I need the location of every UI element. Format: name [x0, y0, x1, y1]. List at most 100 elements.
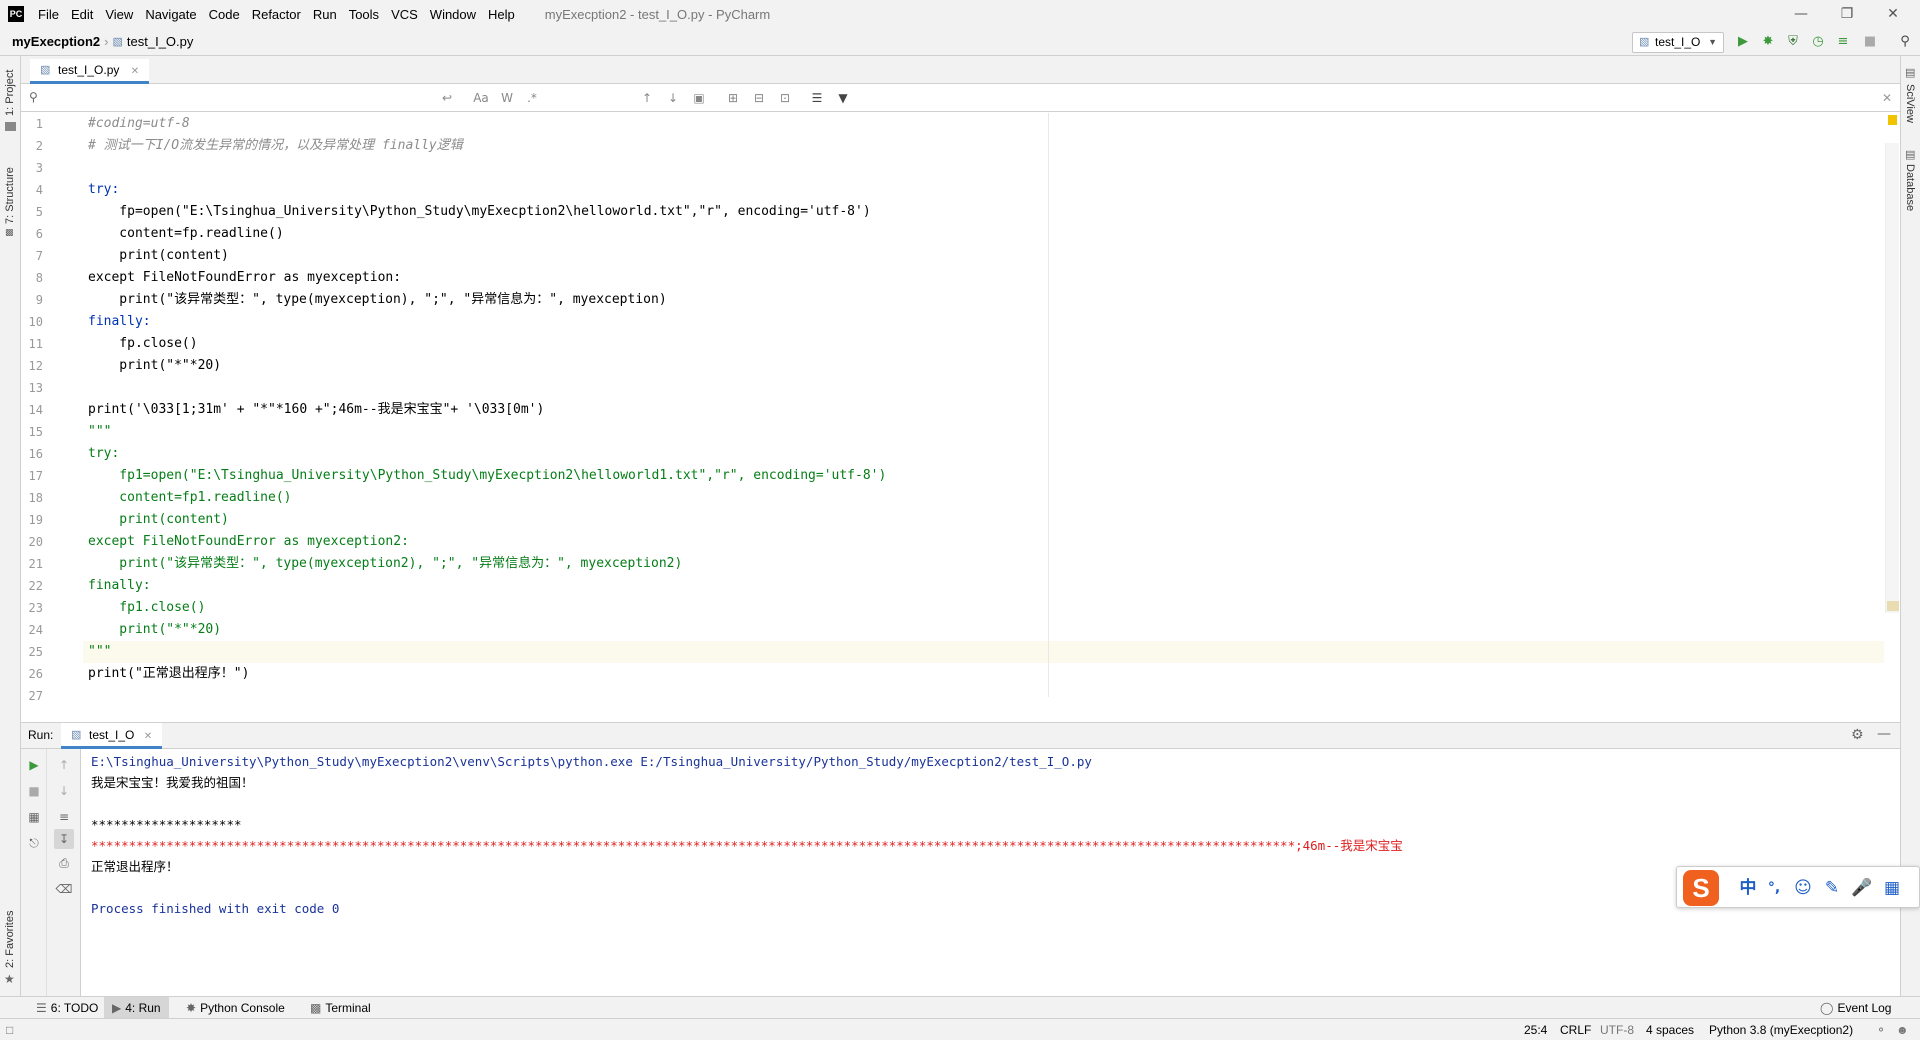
warning-marker-icon[interactable]: [1888, 115, 1897, 125]
run-tool-tab[interactable]: ▶ 4: Run: [104, 997, 169, 1019]
code-line[interactable]: print("正常退出程序！"): [88, 663, 249, 685]
ime-punctuation-toggle[interactable]: °,: [1763, 877, 1785, 899]
menu-help[interactable]: Help: [482, 7, 521, 22]
microphone-icon[interactable]: 🎤: [1851, 877, 1873, 899]
close-find-icon[interactable]: ✕: [1877, 88, 1897, 108]
code-line[interactable]: fp.close(): [88, 333, 197, 355]
code-line[interactable]: print(content): [88, 509, 229, 531]
profile-icon[interactable]: ◷: [1809, 33, 1827, 51]
add-selection-icon[interactable]: ⊞: [723, 88, 743, 108]
code-line[interactable]: print(content): [88, 245, 229, 267]
menu-file[interactable]: File: [32, 7, 65, 22]
coverage-icon[interactable]: ⛨: [1784, 33, 1802, 51]
editor-scrollbar[interactable]: [1884, 113, 1900, 697]
scroll-to-end-icon[interactable]: ↧: [54, 829, 74, 849]
menu-edit[interactable]: Edit: [65, 7, 99, 22]
trash-icon[interactable]: ⌫: [54, 879, 74, 899]
menu-code[interactable]: Code: [203, 7, 246, 22]
words-toggle[interactable]: W: [497, 88, 517, 108]
scrollbar-thumb[interactable]: [1885, 143, 1899, 613]
remove-selection-icon[interactable]: ⊟: [749, 88, 769, 108]
code-line[interactable]: """: [88, 421, 111, 443]
sciview-tool-tab[interactable]: SciView: [1904, 84, 1916, 123]
regex-toggle[interactable]: .*: [522, 88, 542, 108]
code-line[interactable]: #coding=utf-8: [88, 113, 190, 135]
code-editor[interactable]: #coding=utf-8 # 测试一下I/O流发生异常的情况，以及异常处理 fi…: [83, 113, 1883, 697]
gear-icon[interactable]: ⚙: [1851, 727, 1864, 743]
python-interpreter[interactable]: Python 3.8 (myExecption2): [1709, 1019, 1853, 1041]
menu-tools[interactable]: Tools: [343, 7, 385, 22]
code-line[interactable]: except FileNotFoundError as myexception2…: [88, 531, 409, 553]
code-line[interactable]: fp1.close(): [88, 597, 205, 619]
code-line[interactable]: # 测试一下I/O流发生异常的情况，以及异常处理 finally逻辑: [88, 135, 463, 157]
code-line[interactable]: try:: [88, 443, 119, 465]
match-case-toggle[interactable]: Aa: [471, 88, 491, 108]
python-console-tool-tab[interactable]: ✸ Python Console: [178, 997, 293, 1019]
code-line[interactable]: fp=open("E:\Tsinghua_University\Python_S…: [88, 201, 870, 223]
code-line[interactable]: print("*"*20): [88, 619, 221, 641]
restore-icon[interactable]: ❐: [1824, 0, 1870, 28]
down-stack-icon[interactable]: ↓: [54, 781, 74, 801]
code-line[interactable]: print('\033[1;31m' + "*"*160 +";46m--我是宋…: [88, 399, 544, 421]
menu-vcs[interactable]: VCS: [385, 7, 424, 22]
menu-window[interactable]: Window: [424, 7, 482, 22]
menu-refactor[interactable]: Refactor: [246, 7, 307, 22]
code-line[interactable]: finally:: [88, 575, 151, 597]
occurrence-marker[interactable]: [1887, 601, 1899, 611]
menu-view[interactable]: View: [99, 7, 139, 22]
handwrite-icon[interactable]: ✎: [1821, 877, 1843, 899]
filter-options-icon[interactable]: ☰: [807, 88, 827, 108]
menu-run[interactable]: Run: [307, 7, 343, 22]
terminal-tool-tab[interactable]: ▩ Terminal: [302, 997, 379, 1019]
find-input[interactable]: [25, 87, 461, 109]
toolbox-icon[interactable]: ▦: [1881, 877, 1903, 899]
code-line[interactable]: except FileNotFoundError as myexception:: [88, 267, 401, 289]
code-line[interactable]: fp1=open("E:\Tsinghua_University\Python_…: [88, 465, 886, 487]
close-tab-icon[interactable]: ✕: [131, 66, 139, 77]
indent-setting[interactable]: 4 spaces: [1646, 1019, 1694, 1041]
close-icon[interactable]: ✕: [1870, 0, 1916, 28]
code-line[interactable]: content=fp.readline(): [88, 223, 283, 245]
ime-language-toggle[interactable]: 中: [1737, 877, 1759, 899]
run-tab-test-io[interactable]: ▧ test_I_O ✕: [61, 723, 163, 749]
print-icon[interactable]: ⎙: [54, 853, 74, 873]
file-encoding[interactable]: UTF-8: [1600, 1019, 1634, 1041]
previous-occurrence-icon[interactable]: ↑: [637, 88, 657, 108]
caret-position[interactable]: 25:4: [1524, 1019, 1547, 1041]
breadcrumb-file[interactable]: test_I_O.py: [127, 34, 193, 49]
event-log-tool-tab[interactable]: ◯ Event Log: [1812, 997, 1899, 1019]
sogou-logo-icon[interactable]: S: [1683, 870, 1719, 906]
menu-navigate[interactable]: Navigate: [139, 7, 202, 22]
emoji-icon[interactable]: ☺: [1792, 877, 1814, 899]
next-occurrence-icon[interactable]: ↓: [663, 88, 683, 108]
layout-icon[interactable]: ▦: [24, 807, 44, 827]
breadcrumb-project[interactable]: myExecption2: [12, 34, 100, 49]
run-config-dropdown[interactable]: ▧ test_I_O ▼: [1632, 32, 1724, 53]
up-stack-icon[interactable]: ↑: [54, 755, 74, 775]
filter-icon[interactable]: ▼: [833, 88, 853, 108]
code-line[interactable]: """: [88, 641, 111, 663]
run-icon[interactable]: ▶: [1734, 33, 1752, 51]
todo-tool-tab[interactable]: ☰ 6: TODO: [28, 997, 106, 1019]
close-tab-icon[interactable]: ✕: [144, 731, 152, 742]
search-everywhere-icon[interactable]: ⚲: [1896, 33, 1914, 51]
find-in-window-icon[interactable]: ▣: [689, 88, 709, 108]
line-separator[interactable]: CRLF: [1560, 1019, 1591, 1041]
tool-window-toggle-icon[interactable]: □: [6, 1019, 13, 1041]
code-line[interactable]: print("该异常类型：", type(myexception2), ";",…: [88, 553, 682, 575]
memory-indicator-icon[interactable]: ☻: [1896, 1019, 1909, 1041]
run-console-output[interactable]: E:\Tsinghua_University\Python_Study\myEx…: [91, 751, 1891, 997]
lock-icon[interactable]: ⚬: [1876, 1019, 1886, 1041]
concurrency-icon[interactable]: ≡: [1834, 33, 1852, 51]
soft-wrap-icon[interactable]: ≡: [54, 807, 74, 827]
rerun-icon[interactable]: ▶: [24, 755, 44, 775]
structure-tool-tab[interactable]: 7: Structure: [4, 167, 16, 224]
new-line-icon[interactable]: ↩: [437, 88, 457, 108]
debug-icon[interactable]: ✸: [1759, 33, 1777, 51]
minimize-icon[interactable]: —: [1778, 0, 1824, 28]
code-line[interactable]: finally:: [88, 311, 151, 333]
hide-panel-icon[interactable]: —: [1877, 726, 1891, 742]
pin-icon[interactable]: ⎋: [24, 833, 44, 853]
code-line[interactable]: print("该异常类型：", type(myexception), ";", …: [88, 289, 666, 311]
stop-icon[interactable]: ■: [1861, 33, 1879, 51]
